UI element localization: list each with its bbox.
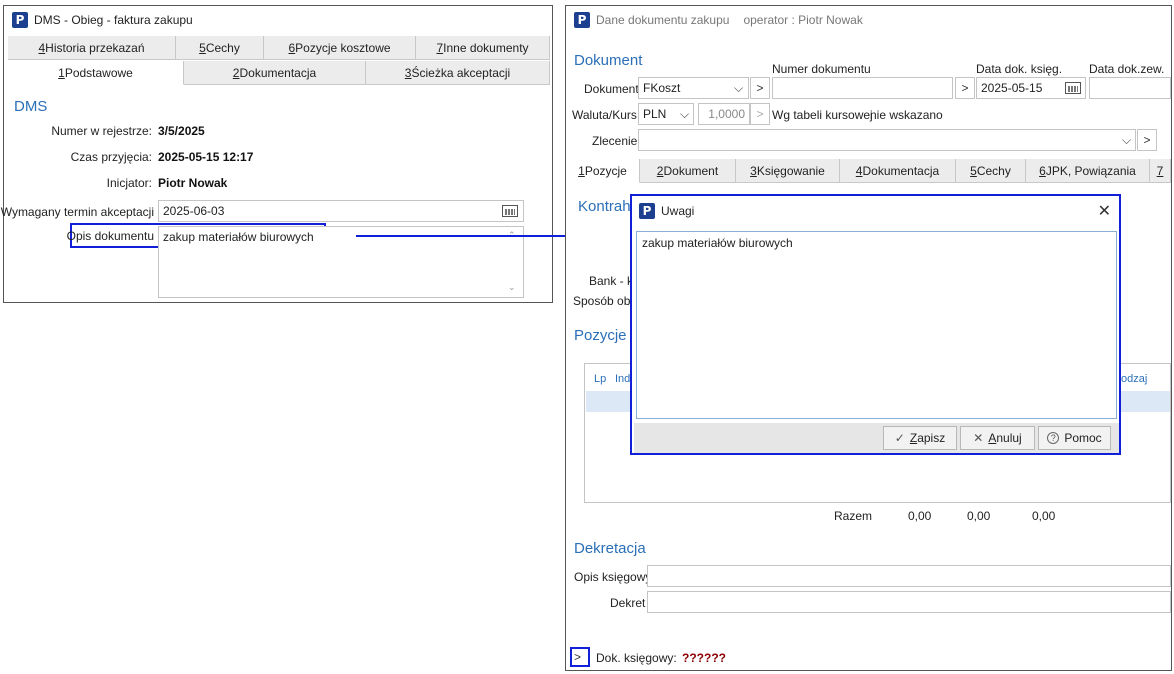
calendar-icon[interactable] (1065, 82, 1081, 94)
tab-inne-dokumenty[interactable]: 7 Inne dokumenty (416, 36, 550, 60)
tab-jpk-powiazania[interactable]: 6 JPK, Powiązania (1026, 159, 1150, 183)
grid-header-lp[interactable]: Lp (594, 373, 606, 385)
right-titlebar: P Dane dokumentu zakupu operator : Piotr… (566, 6, 1171, 34)
data-zew-input[interactable] (1089, 77, 1171, 99)
tab-ksiegowanie[interactable]: 3 Księgowanie (736, 159, 840, 183)
numer-rejestr-label: Numer w rejestrze: (51, 124, 152, 138)
dok-ksiegowy-label: Dok. księgowy: (596, 651, 677, 665)
right-window-title: Dane dokumentu zakupu (596, 13, 730, 27)
sposob-label: Sposób obs (573, 294, 637, 308)
zlecenie-more-button[interactable]: > (1137, 129, 1157, 151)
app-logo-icon: P (574, 12, 590, 28)
numer-rejestr-value: 3/5/2025 (158, 124, 205, 138)
chevron-down-icon[interactable]: ⌵ (734, 81, 743, 96)
tab-cechy[interactable]: 5 Cechy (956, 159, 1026, 183)
check-icon: ✓ (894, 431, 905, 445)
dekret-label: Dekret (610, 596, 646, 610)
tab-pozycje-kosztowe[interactable]: 6 Pozycje kosztowe (264, 36, 416, 60)
tab-7[interactable]: 7 (1150, 159, 1171, 183)
kurs-more-button[interactable]: > (750, 103, 770, 125)
uwagi-title: Uwagi (661, 204, 695, 218)
anuluj-button[interactable]: ✕ Anuluj (960, 426, 1035, 450)
help-icon: ? (1047, 432, 1060, 444)
scroll-down-icon[interactable]: ⌄ (508, 282, 516, 293)
dok-ksiegowy-value: ?????? (682, 651, 726, 665)
tab-podstawowe[interactable]: 1 Podstawowe (8, 61, 184, 85)
dokument-more-button[interactable]: > (750, 77, 770, 99)
x-icon: ✕ (973, 431, 984, 445)
tab-sciezka-akceptacji[interactable]: 3 Ścieżka akceptacji (366, 61, 550, 85)
razem-value-3: 0,00 (1032, 509, 1056, 523)
uwagi-dialog: P Uwagi ✕ zakup materiałów biurowych ✓ Z… (630, 194, 1121, 455)
close-icon[interactable]: ✕ (1098, 201, 1111, 220)
dok-ksiegowy-expand-button[interactable]: > (574, 650, 581, 664)
tab-cechy[interactable]: 5 Cechy (176, 36, 264, 60)
pomoc-button[interactable]: ? Pomoc (1038, 426, 1111, 450)
dokument-label: Dokument (584, 82, 639, 96)
pozycje-section-title: Pozycje (574, 327, 627, 344)
wg-tabeli-label: Wg tabeli kursowej (772, 108, 873, 122)
dokument-select[interactable]: FKoszt (638, 77, 749, 99)
operator-text: operator : Piotr Nowak (743, 13, 863, 27)
razem-value-2: 0,00 (967, 509, 991, 523)
numer-more-button[interactable]: > (955, 77, 975, 99)
chevron-down-icon[interactable]: ⌵ (1122, 133, 1131, 148)
zapisz-button[interactable]: ✓ Zapisz (883, 426, 957, 450)
app-logo-icon: P (639, 203, 655, 219)
razem-label: Razem (834, 509, 873, 523)
czas-przyjecia-value: 2025-05-15 12:17 (158, 150, 254, 164)
uwagi-titlebar: P Uwagi (632, 196, 1119, 226)
zlecenie-select[interactable] (638, 129, 1136, 151)
numer-dokumentu-label: Numer dokumentu (772, 62, 871, 76)
dms-obieg-window: P DMS - Obieg - faktura zakupu 4 Histori… (0, 5, 553, 303)
data-zew-label: Data dok.zew. (1089, 62, 1165, 76)
opis-dokumentu-value: zakup materiałów biurowych (163, 230, 314, 244)
dokument-section-title: Dokument (574, 52, 643, 69)
data-ksieg-label: Data dok. księg. (976, 62, 1063, 76)
tab-pozycje[interactable]: 1 Pozycje (566, 159, 640, 183)
right-tabs: 1 Pozycje 2 Dokument 3 Księgowanie 4 Dok… (566, 159, 1171, 183)
tab-dokument[interactable]: 2 Dokument (640, 159, 736, 183)
termin-akceptacji-field[interactable]: 2025-06-03 (158, 200, 524, 222)
czas-przyjecia-label: Czas przyjęcia: (70, 150, 152, 164)
left-tabs-row2: 1 Podstawowe 2 Dokumentacja 3 Ścieżka ak… (8, 61, 550, 85)
termin-akceptacji-value: 2025-06-03 (163, 204, 225, 218)
calendar-icon[interactable] (502, 205, 518, 217)
bank-label: Bank - k (589, 274, 634, 288)
inicjator-label: Inicjator: (106, 176, 152, 190)
termin-akceptacji-label: Wymagany termin akceptacji (0, 205, 154, 219)
dekret-input[interactable] (647, 591, 1171, 613)
grid-header-ind[interactable]: Ind (615, 373, 630, 385)
tab-historia-przekazan[interactable]: 4 Historia przekazań (8, 36, 176, 60)
grid-header-rodzaj[interactable]: odzaj (1121, 373, 1147, 385)
opis-ksiegowy-input[interactable] (647, 565, 1171, 587)
waluta-label: Waluta/Kurs (572, 108, 637, 122)
chevron-down-icon[interactable]: ⌵ (680, 107, 689, 122)
numer-dokumentu-input[interactable] (772, 77, 953, 99)
tab-dokumentacja[interactable]: 4 Dokumentacja (840, 159, 956, 183)
opis-ksiegowy-label: Opis księgowy (574, 570, 652, 584)
dekretacja-section-title: Dekretacja (574, 540, 646, 557)
inicjator-value: Piotr Nowak (158, 176, 228, 190)
dms-section-title: DMS (14, 98, 48, 115)
left-window-title: DMS - Obieg - faktura zakupu (34, 13, 193, 27)
uwagi-text: zakup materiałów biurowych (642, 236, 793, 250)
opis-dokumentu-label: Opis dokumentu (66, 229, 154, 243)
razem-value-1: 0,00 (908, 509, 932, 523)
kurs-input[interactable]: 1,0000 (698, 103, 750, 125)
app-logo-icon: P (12, 12, 28, 28)
uwagi-textarea[interactable]: zakup materiałów biurowych (636, 231, 1117, 419)
nie-wskazano-text: nie wskazano (870, 108, 943, 122)
left-titlebar: P DMS - Obieg - faktura zakupu (4, 6, 552, 34)
zlecenie-label: Zlecenie (592, 134, 638, 148)
kontrahent-section-title: Kontrah (578, 198, 631, 215)
tab-dokumentacja[interactable]: 2 Dokumentacja (184, 61, 366, 85)
left-tabs-row1: 4 Historia przekazań 5 Cechy 6 Pozycje k… (8, 36, 550, 60)
